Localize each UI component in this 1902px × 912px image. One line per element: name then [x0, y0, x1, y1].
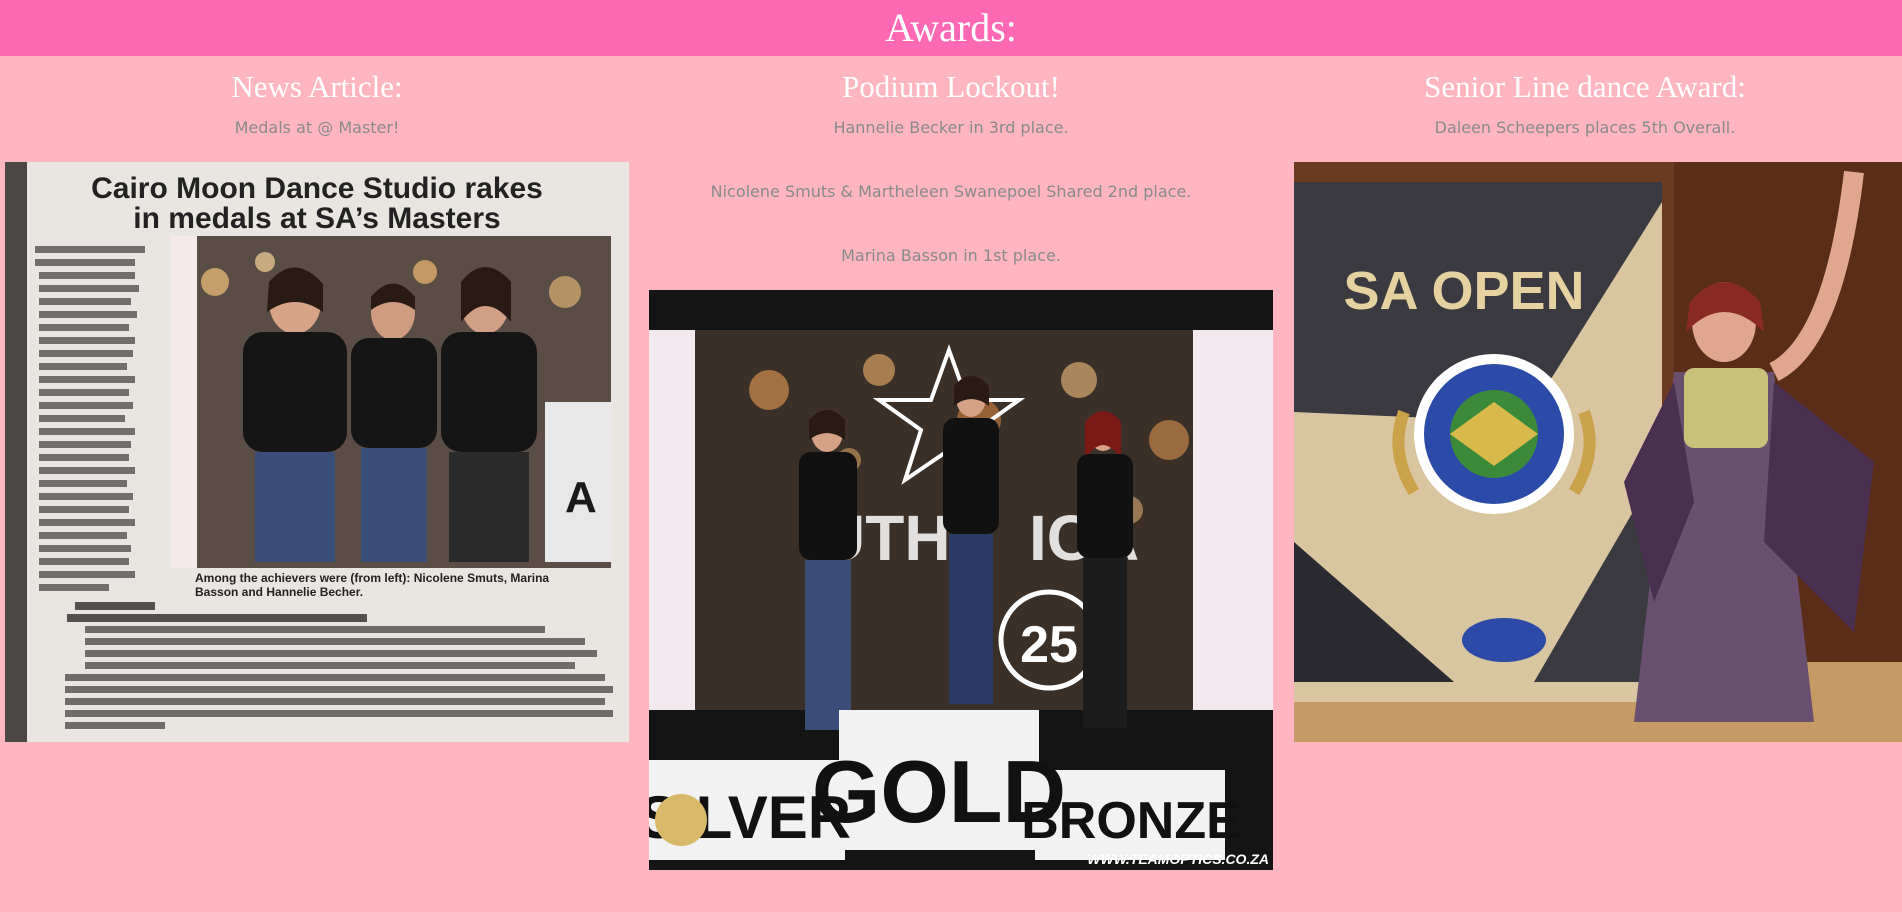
news-article-subtitle: Medals at @ Master!: [234, 118, 400, 138]
senior-award-photo: SA OPEN: [1294, 162, 1902, 742]
article-photo-caption-1: Among the achievers were (from left): Ni…: [195, 571, 549, 585]
sa-open-banner: SA OPEN: [1294, 182, 1662, 702]
senior-award-title: Senior Line dance Award:: [1424, 69, 1746, 104]
photo-credit: WWW.TEAMOPTICS.CO.ZA: [1087, 851, 1269, 867]
news-article-column: News Article: Medals at @ Master!: [0, 56, 634, 137]
podium-title: Podium Lockout!: [842, 69, 1060, 104]
podium-photo: UTH ICA 25 SILVER GOLD BRONZE WWW.TEA: [649, 290, 1273, 870]
senior-award-column: Senior Line dance Award: Daleen Scheeper…: [1268, 56, 1902, 137]
page-header: Awards:: [0, 0, 1902, 56]
article-headline-2: in medals at SA’s Masters: [133, 202, 500, 235]
article-photo-caption-2: Basson and Hannelie Becher.: [195, 585, 363, 599]
news-article-title: News Article:: [231, 69, 403, 104]
podium-bronze-label: BRONZE: [1021, 792, 1241, 850]
svg-text:25: 25: [1020, 616, 1078, 674]
article-team-photo: A: [171, 236, 611, 568]
senior-award-subtitle: Daleen Scheepers places 5th Overall.: [1434, 118, 1736, 138]
news-article-photo: Cairo Moon Dance Studio rakes in medals …: [5, 162, 629, 742]
podium-line-3rd: Hannelie Becker in 3rd place.: [833, 118, 1069, 138]
sa-open-text: SA OPEN: [1343, 261, 1584, 321]
podium-person-center: [943, 376, 999, 704]
podium-person-left: [799, 410, 857, 730]
podium-line-2nd: Nicolene Smuts & Martheleen Swanepoel Sh…: [710, 182, 1192, 202]
article-headline-1: Cairo Moon Dance Studio rakes: [91, 172, 543, 205]
svg-text:A: A: [565, 473, 597, 522]
podium-person-right: [1077, 411, 1133, 728]
championship-logo: [655, 794, 707, 846]
podium-column: Podium Lockout! Hannelie Becker in 3rd p…: [634, 56, 1268, 265]
podium-line-1st: Marina Basson in 1st place.: [841, 246, 1061, 266]
page-title: Awards:: [885, 5, 1017, 50]
